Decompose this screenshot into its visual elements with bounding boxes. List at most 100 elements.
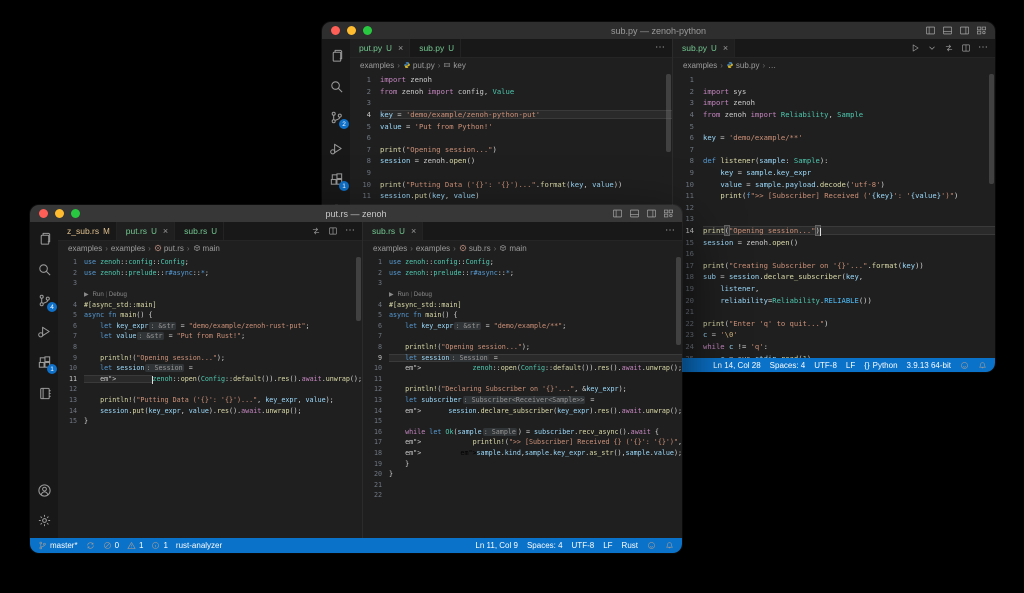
scrollbar[interactable] xyxy=(356,257,361,321)
tab-sub.rs[interactable]: sub.rs U × xyxy=(363,222,423,240)
code-line[interactable]: 10 em">zenoh::open(Config::default()).re… xyxy=(363,363,682,374)
breadcrumb-item[interactable]: examples xyxy=(360,61,394,70)
close-icon[interactable]: × xyxy=(398,43,403,53)
code-line[interactable]: 11 print(f">> [Subscriber] Received ('{k… xyxy=(673,190,995,202)
activity-run-debug[interactable] xyxy=(326,138,346,158)
breadcrumb-item[interactable]: examples xyxy=(373,244,407,253)
activity-run-debug[interactable] xyxy=(34,321,54,341)
titlebar-back[interactable]: sub.py — zenoh-python xyxy=(322,22,995,39)
tab-z_sub.rs[interactable]: z_sub.rs M xyxy=(58,222,117,240)
status-lf[interactable]: LF xyxy=(846,361,855,370)
code-line[interactable]: 9 xyxy=(350,167,672,179)
status-python[interactable]: {}Python xyxy=(864,361,897,370)
code-line[interactable]: 15 session = zenoh.open() xyxy=(673,236,995,248)
open-changes-icon[interactable] xyxy=(311,226,321,236)
panel-left-icon[interactable] xyxy=(925,25,936,36)
status-ln-14-col-28[interactable]: Ln 14, Col 28 xyxy=(713,361,761,370)
code-line[interactable]: 6 let key_expr: &str = "demo/example/**"… xyxy=(363,321,682,332)
code-line[interactable]: 11 session.put(key, value) xyxy=(350,190,672,202)
more-actions-icon[interactable]: ⋯ xyxy=(655,43,665,53)
status-spaces-4[interactable]: Spaces: 4 xyxy=(527,541,563,550)
status-bell[interactable] xyxy=(665,541,674,550)
breadcrumb-item[interactable]: examples xyxy=(683,61,717,70)
code-line[interactable]: 6 key = 'demo/example/**' xyxy=(673,132,995,144)
code-line[interactable]: 4 #[async_std::main] xyxy=(58,299,362,310)
tab-put.rs[interactable]: put.rs U × xyxy=(117,222,175,240)
code-line[interactable]: 23 c = '\0' xyxy=(673,329,995,341)
status-feedback[interactable] xyxy=(647,541,656,550)
code-line[interactable]: 11 xyxy=(363,374,682,385)
breadcrumb-item[interactable]: key xyxy=(443,61,465,70)
breadcrumb-item[interactable]: main xyxy=(499,244,526,253)
code-line[interactable]: 21 xyxy=(673,306,995,318)
window-zenoh-rust[interactable]: put.rs — zenoh 41 z_sub.rs M put.rs U × … xyxy=(30,205,682,553)
more-actions-icon[interactable]: ⋯ xyxy=(345,226,355,236)
code-line[interactable]: 6 let key_expr: &str = "demo/example/zen… xyxy=(58,321,362,332)
code-line[interactable]: 16 xyxy=(673,248,995,260)
code-line[interactable]: 13 let subscriber: Subscriber<Receiver<S… xyxy=(363,395,682,406)
tab-put.py[interactable]: put.py U × xyxy=(350,39,410,57)
code-line[interactable]: 14 em">session.declare_subscriber(key_ex… xyxy=(363,405,682,416)
panel-bottom-icon[interactable] xyxy=(629,208,640,219)
code-line[interactable]: 4 #[async_std::main] xyxy=(363,299,682,310)
code-line[interactable]: 7 xyxy=(673,144,995,156)
status-spaces-4[interactable]: Spaces: 4 xyxy=(770,361,806,370)
layout-custom-icon[interactable] xyxy=(976,25,987,36)
titlebar-front[interactable]: put.rs — zenoh xyxy=(30,205,682,222)
breadcrumb-item[interactable]: examples xyxy=(111,244,145,253)
code-line[interactable]: 4 from zenoh import Reliability, Sample xyxy=(673,109,995,121)
code-line[interactable]: 19 } xyxy=(363,458,682,469)
activity-source-control[interactable]: 4 xyxy=(34,290,54,310)
activity-source-control[interactable]: 2 xyxy=(326,107,346,127)
split-editor-icon[interactable] xyxy=(961,43,971,53)
activity-extensions[interactable]: 1 xyxy=(326,169,346,189)
status-master-[interactable]: master* xyxy=(38,541,78,550)
scrollbar[interactable] xyxy=(989,74,994,184)
activity-notebook[interactable] xyxy=(34,383,54,403)
code-line[interactable]: 13 println!("Putting Data ('{}': '{}')..… xyxy=(58,395,362,406)
status-rust-analyzer[interactable]: rust-analyzer xyxy=(176,541,222,550)
tab-sub.rs[interactable]: sub.rs U xyxy=(175,222,224,240)
layout-custom-icon[interactable] xyxy=(663,208,674,219)
minimize-window-button[interactable] xyxy=(55,209,64,218)
close-window-button[interactable] xyxy=(331,26,340,35)
code-line[interactable]: 2 from zenoh import config, Value xyxy=(350,86,672,98)
code-line[interactable]: 22 print("Enter 'q' to quit...") xyxy=(673,317,995,329)
code-line[interactable]: 5 async fn main() { xyxy=(363,310,682,321)
breadcrumb-item[interactable]: examples xyxy=(416,244,450,253)
close-icon[interactable]: × xyxy=(163,226,168,236)
code-line[interactable]: 25 c = sys.stdin.read(1) xyxy=(673,352,995,358)
code-line[interactable]: 5 async fn main() { xyxy=(58,310,362,321)
code-line[interactable]: 8 xyxy=(58,342,362,353)
code-line[interactable]: 1 use zenoh::config::Config; xyxy=(58,257,362,268)
code-line[interactable]: 2 use zenoh::prelude::r#async::*; xyxy=(363,268,682,279)
run-icon[interactable] xyxy=(910,43,920,53)
close-icon[interactable]: × xyxy=(723,43,728,53)
code-line[interactable]: 18 em">em">sample.kind, sample.key_expr.… xyxy=(363,448,682,459)
code-line[interactable]: 7 let value: &str = "Put from Rust!"; xyxy=(58,331,362,342)
more-actions-icon[interactable]: ⋯ xyxy=(665,226,675,236)
code-line[interactable]: 9 key = sample.key_expr xyxy=(673,167,995,179)
code-line[interactable]: 4 key = 'demo/example/zenoh-python-put' xyxy=(350,109,672,121)
code-line[interactable]: 22 xyxy=(363,490,682,501)
panel-bottom-icon[interactable] xyxy=(942,25,953,36)
code-line[interactable]: 10 let session: Session = xyxy=(58,363,362,374)
code-line[interactable]: 8 def listener(sample: Sample): xyxy=(673,155,995,167)
activity-search[interactable] xyxy=(326,76,346,96)
code-line[interactable]: 12 xyxy=(673,202,995,214)
breadcrumb-item[interactable]: examples xyxy=(68,244,102,253)
status-ln-11-col-9[interactable]: Ln 11, Col 9 xyxy=(475,541,518,550)
breadcrumb-item[interactable]: … xyxy=(768,61,776,70)
code-line[interactable]: 2 import sys xyxy=(673,86,995,98)
code-line[interactable]: 13 xyxy=(673,213,995,225)
code-line[interactable]: 1 import zenoh xyxy=(350,74,672,86)
status-1[interactable]: 1 xyxy=(127,541,143,550)
code-line[interactable]: 10 value = sample.payload.decode('utf-8'… xyxy=(673,178,995,190)
scrollbar[interactable] xyxy=(666,74,671,152)
split-editor-icon[interactable] xyxy=(328,226,338,236)
activity-extensions[interactable]: 1 xyxy=(34,352,54,372)
code-line[interactable]: 15 } xyxy=(58,416,362,427)
code-line[interactable]: 21 xyxy=(363,479,682,490)
code-line[interactable]: 8 println!("Opening session..."); xyxy=(363,342,682,353)
status-0[interactable]: 0 xyxy=(103,541,119,550)
